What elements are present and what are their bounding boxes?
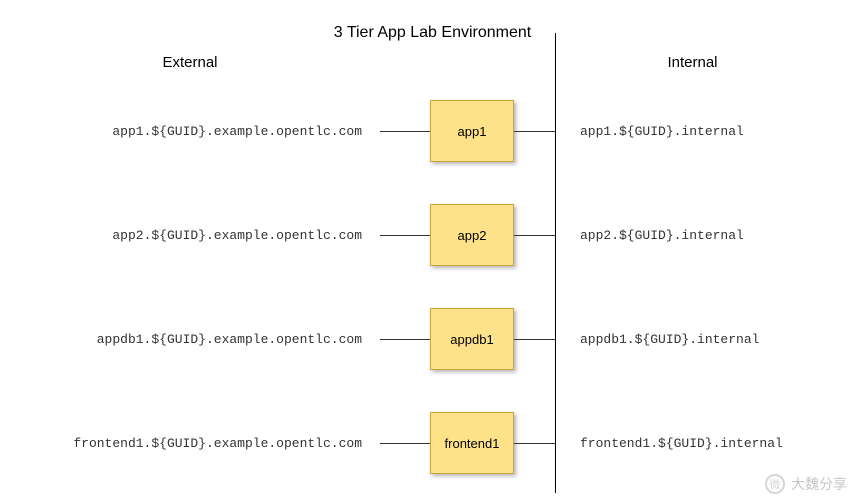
- column-headers: External Internal: [0, 54, 865, 79]
- node-row: appdb1.${GUID}.example.opentlc.com appdb…: [0, 287, 865, 391]
- connector-line: [380, 235, 430, 236]
- header-internal: Internal: [520, 54, 865, 71]
- diagram-title: 3 Tier App Lab Environment: [0, 0, 865, 54]
- node-row: frontend1.${GUID}.example.opentlc.com fr…: [0, 391, 865, 495]
- connector-line: [514, 131, 556, 132]
- internal-external-divider: [555, 33, 556, 493]
- node-box-frontend1: frontend1: [430, 412, 514, 474]
- node-box-appdb1: appdb1: [430, 308, 514, 370]
- connector-line: [380, 131, 430, 132]
- node-box-app2: app2: [430, 204, 514, 266]
- connector-line: [514, 339, 556, 340]
- internal-hostname: app1.${GUID}.internal: [556, 124, 865, 139]
- external-hostname: appdb1.${GUID}.example.opentlc.com: [0, 332, 380, 347]
- connector-line: [380, 339, 430, 340]
- connector-line: [514, 235, 556, 236]
- diagram-rows: app1.${GUID}.example.opentlc.com app1 ap…: [0, 79, 865, 495]
- node-row: app1.${GUID}.example.opentlc.com app1 ap…: [0, 79, 865, 183]
- internal-hostname: app2.${GUID}.internal: [556, 228, 865, 243]
- external-hostname: frontend1.${GUID}.example.opentlc.com: [0, 436, 380, 451]
- connector-line: [514, 443, 556, 444]
- node-row: app2.${GUID}.example.opentlc.com app2 ap…: [0, 183, 865, 287]
- internal-hostname: frontend1.${GUID}.internal: [556, 436, 865, 451]
- node-box-app1: app1: [430, 100, 514, 162]
- header-external: External: [0, 54, 380, 71]
- internal-hostname: appdb1.${GUID}.internal: [556, 332, 865, 347]
- external-hostname: app2.${GUID}.example.opentlc.com: [0, 228, 380, 243]
- wechat-icon: 微: [765, 474, 785, 494]
- connector-line: [380, 443, 430, 444]
- watermark: 微 大魏分享: [765, 474, 847, 494]
- external-hostname: app1.${GUID}.example.opentlc.com: [0, 124, 380, 139]
- watermark-text: 大魏分享: [791, 474, 847, 494]
- header-spacer: [380, 54, 520, 71]
